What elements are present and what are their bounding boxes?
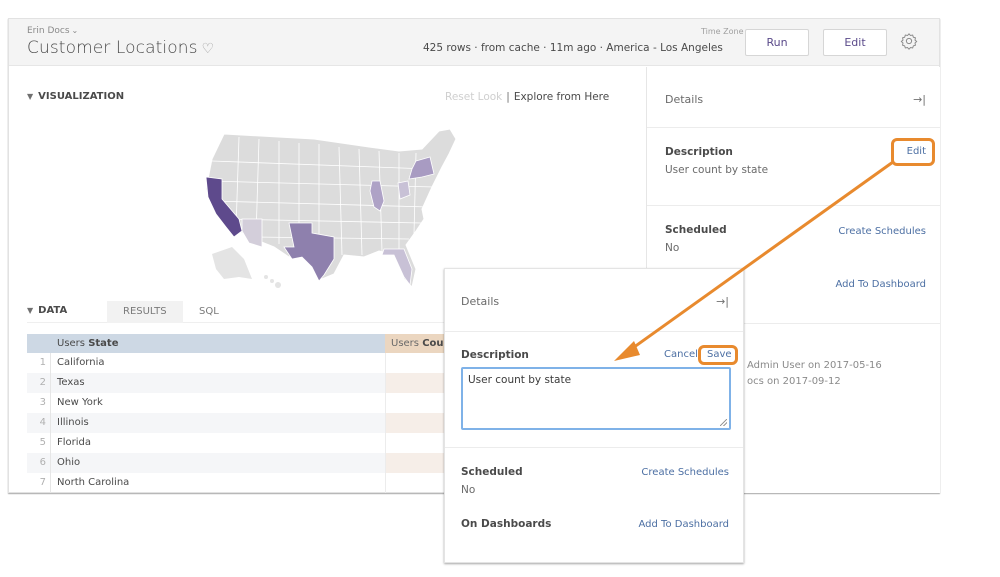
add-to-dashboard-link[interactable]: Add To Dashboard <box>836 279 927 290</box>
chevron-down-icon: ⌄ <box>71 26 79 35</box>
details-title: Details <box>665 93 704 106</box>
popup-scheduled-value: No <box>461 484 476 496</box>
row-index: 7 <box>27 473 51 493</box>
caret-down-icon: ▼ <box>27 306 34 315</box>
description-label: Description <box>665 146 733 158</box>
title-text: Customer Locations <box>27 38 198 58</box>
table-row: 3 New York <box>27 393 452 413</box>
row-index: 5 <box>27 433 51 453</box>
col-prefix: Users <box>391 338 420 349</box>
table-header: Users State Users Coun <box>27 334 455 353</box>
cell-state: Texas <box>57 377 85 388</box>
row-index: 1 <box>27 353 51 373</box>
textarea-value: User count by state <box>468 374 572 386</box>
data-label: DATA <box>38 305 68 316</box>
state-alaska <box>212 247 252 279</box>
cell-state: California <box>57 357 105 368</box>
data-tabs: ▼ DATA RESULTS SQL <box>27 301 447 323</box>
popup-dashboards-label: On Dashboards <box>461 518 552 530</box>
col-prefix: Users <box>57 338 86 349</box>
col-name: State <box>88 338 119 349</box>
folder-breadcrumb[interactable]: Erin Docs ⌄ <box>27 26 78 36</box>
visualization-section-toggle[interactable]: ▼ VISUALIZATION <box>27 91 124 102</box>
header: Erin Docs ⌄ Customer Locations ♡ 425 rows … <box>9 19 939 66</box>
visualization-label: VISUALIZATION <box>38 91 125 102</box>
table-row: 4 Illinois <box>27 413 455 433</box>
description-value: User count by state <box>665 164 769 176</box>
popup-create-schedules-link[interactable]: Create Schedules <box>641 467 729 478</box>
table-row: 5 Florida <box>27 433 452 453</box>
data-section-toggle[interactable]: ▼ DATA <box>27 305 67 316</box>
details-popup-editing: Details →| Description Cancel Save User … <box>444 268 744 563</box>
state-arizona <box>241 218 263 248</box>
page-title: Customer Locations ♡ <box>27 38 214 58</box>
us-choropleth-map[interactable] <box>194 119 464 294</box>
cell-state: Florida <box>57 437 92 448</box>
edit-highlight <box>891 138 935 166</box>
index-header <box>27 334 51 353</box>
row-index: 6 <box>27 453 51 473</box>
folder-name: Erin Docs <box>27 26 70 36</box>
cell-state: Illinois <box>57 417 89 428</box>
cancel-link[interactable]: Cancel <box>664 349 698 360</box>
popup-collapse-icon[interactable]: →| <box>716 295 729 308</box>
heart-icon[interactable]: ♡ <box>202 41 215 57</box>
row-index: 4 <box>27 413 51 433</box>
separator: | <box>506 91 510 103</box>
popup-add-to-dashboard-link[interactable]: Add To Dashboard <box>639 519 730 530</box>
timezone-label: Time Zone <box>701 27 744 36</box>
cell-state: New York <box>57 397 103 408</box>
history-updated: ocs on 2017-09-12 <box>747 376 841 387</box>
caret-down-icon: ▼ <box>27 92 34 101</box>
popup-description-label: Description <box>461 349 529 361</box>
popup-scheduled-label: Scheduled <box>461 466 523 478</box>
viz-links: Reset Look | Explore from Here <box>445 91 609 103</box>
scheduled-label: Scheduled <box>665 224 727 236</box>
reset-look-link[interactable]: Reset Look <box>445 91 502 103</box>
resize-handle-icon[interactable] <box>720 419 727 426</box>
explore-from-here-link[interactable]: Explore from Here <box>514 91 609 103</box>
table-row: 7 North Carolina <box>27 473 452 493</box>
cell-state: North Carolina <box>57 477 130 488</box>
description-textarea[interactable]: User count by state <box>461 367 731 430</box>
divider <box>445 331 743 332</box>
divider <box>445 447 743 448</box>
popup-details-title: Details <box>461 295 500 308</box>
table-row: 6 Ohio <box>27 453 455 473</box>
column-header-state[interactable]: Users State <box>57 334 119 353</box>
collapse-panel-icon[interactable]: →| <box>913 93 926 106</box>
scheduled-value: No <box>665 242 680 254</box>
table-row: 2 Texas <box>27 373 455 393</box>
history-created: Admin User on 2017-05-16 <box>747 360 882 371</box>
query-meta: 425 rows · from cache · 11m ago · Americ… <box>423 42 723 54</box>
state-hawaii <box>264 275 281 288</box>
edit-button[interactable]: Edit <box>823 29 887 56</box>
gear-icon[interactable] <box>900 32 918 50</box>
tab-results[interactable]: RESULTS <box>107 301 183 323</box>
row-index: 3 <box>27 393 51 413</box>
table-row: 1 California <box>27 353 452 373</box>
results-table: Users State Users Coun 1 California 2 Texa… <box>27 334 455 493</box>
create-schedules-link[interactable]: Create Schedules <box>838 226 926 237</box>
save-highlight <box>698 345 738 365</box>
details-header: Details →| <box>647 67 940 128</box>
run-button[interactable]: Run <box>745 29 809 56</box>
tab-sql[interactable]: SQL <box>183 301 235 323</box>
cell-state: Ohio <box>57 457 81 468</box>
row-index: 2 <box>27 373 51 393</box>
